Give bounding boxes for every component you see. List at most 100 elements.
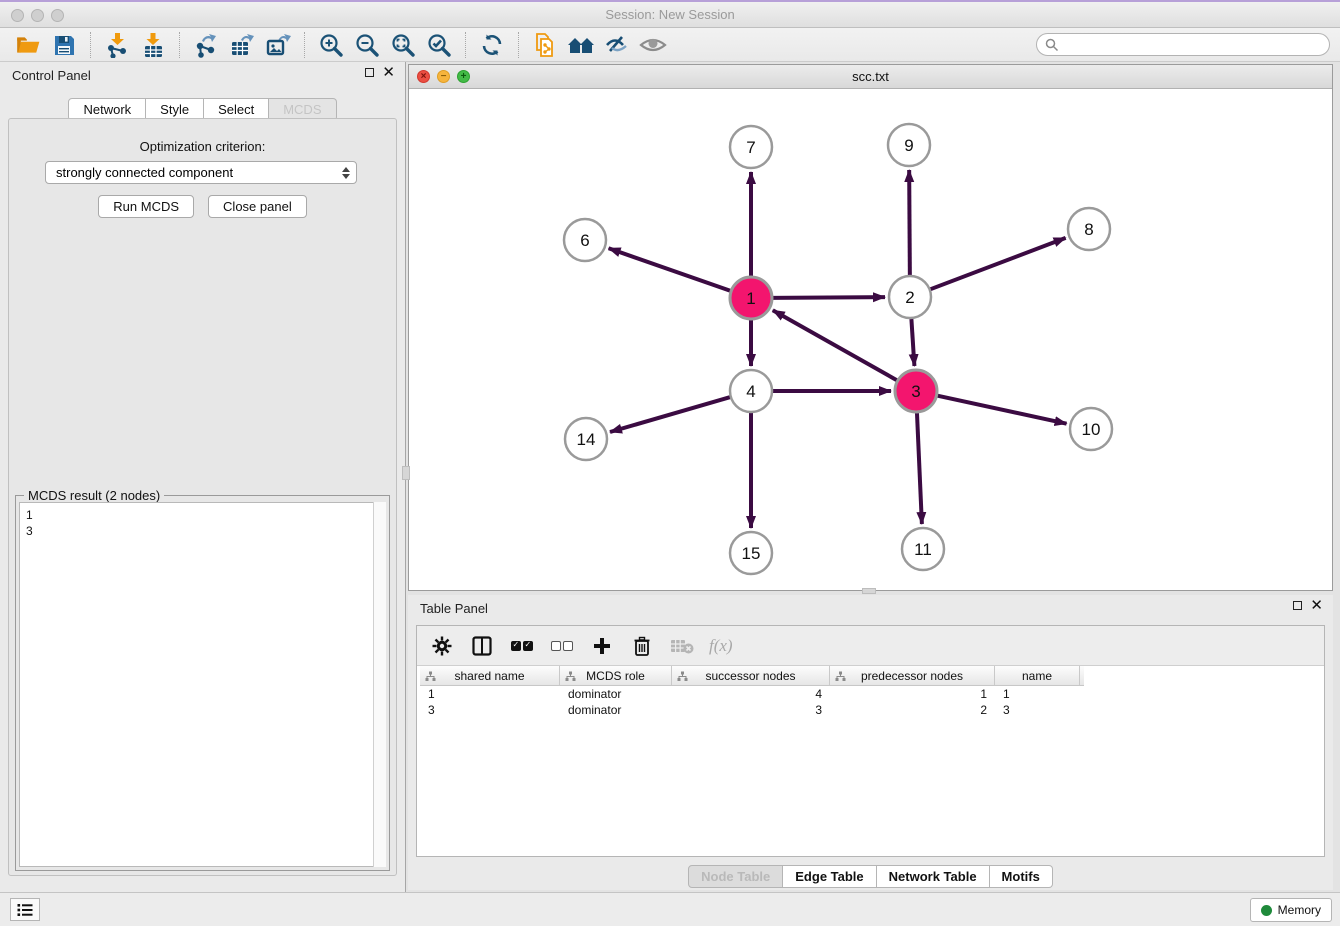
table-cell[interactable]: 2 — [830, 702, 995, 718]
trash-icon — [633, 636, 651, 656]
export-table-icon — [229, 32, 255, 58]
zoom-out-button[interactable] — [352, 31, 382, 59]
column-header-predecessor-nodes[interactable]: predecessor nodes — [830, 666, 995, 685]
node-table-container: f(x) shared nameMCDS rolesuccessor nodes… — [416, 625, 1325, 857]
table-cell[interactable]: 1 — [995, 686, 1080, 702]
import-table-button[interactable] — [138, 31, 168, 59]
table-settings-button[interactable] — [429, 633, 455, 659]
home-button[interactable] — [566, 31, 596, 59]
edge-3-11[interactable] — [917, 413, 922, 524]
table-cell[interactable]: 3 — [420, 702, 560, 718]
tab-node-table[interactable]: Node Table — [688, 865, 783, 888]
edge-2-8[interactable] — [931, 238, 1066, 289]
import-network-button[interactable] — [102, 31, 132, 59]
hide-graphics-details-button[interactable] — [602, 31, 632, 59]
edge-3-10[interactable] — [937, 396, 1066, 424]
import-network-icon — [104, 32, 130, 58]
delete-table-icon — [670, 638, 694, 654]
edge-1-6[interactable] — [609, 248, 731, 290]
edge-1-2[interactable] — [773, 297, 885, 298]
run-mcds-button[interactable]: Run MCDS — [98, 195, 194, 218]
zoom-fit-button[interactable] — [388, 31, 418, 59]
close-panel-icon[interactable]: ✕ — [1310, 600, 1323, 611]
export-table-button[interactable] — [227, 31, 257, 59]
table-panel-title: Table Panel — [420, 601, 488, 616]
close-panel-button[interactable]: Close panel — [208, 195, 307, 218]
column-type-icon — [835, 671, 846, 682]
column-type-icon — [425, 671, 436, 682]
table-cell[interactable]: dominator — [560, 702, 672, 718]
function-builder-button[interactable]: f(x) — [709, 633, 733, 659]
close-panel-icon[interactable]: ✕ — [382, 67, 395, 78]
zoom-in-button[interactable] — [316, 31, 346, 59]
table-cell[interactable]: dominator — [560, 686, 672, 702]
add-row-button[interactable] — [589, 633, 615, 659]
save-session-button[interactable] — [49, 31, 79, 59]
search-input[interactable] — [1036, 33, 1330, 56]
select-stepper-icon — [339, 165, 352, 181]
table-cell[interactable]: 4 — [672, 686, 830, 702]
float-panel-icon[interactable] — [365, 68, 374, 77]
column-layout-button[interactable] — [469, 633, 495, 659]
optimization-criterion-value: strongly connected component — [56, 165, 233, 180]
table-row[interactable]: 1dominator411 — [420, 686, 1324, 702]
horizontal-splitter-handle[interactable] — [862, 588, 876, 594]
control-panel: Control Panel ✕ Network Style Select MCD… — [0, 62, 406, 892]
deselect-all-button[interactable] — [549, 633, 575, 659]
tab-edge-table[interactable]: Edge Table — [783, 865, 876, 888]
tab-motifs[interactable]: Motifs — [990, 865, 1053, 888]
network-canvas[interactable]: 7968124314101511 — [409, 89, 1332, 590]
float-panel-icon[interactable] — [1293, 601, 1302, 610]
vertical-splitter-handle[interactable] — [402, 466, 410, 480]
show-graphics-details-button[interactable] — [638, 31, 668, 59]
zoom-in-icon — [318, 32, 344, 58]
table-cell[interactable]: 1 — [420, 686, 560, 702]
select-all-button[interactable] — [509, 633, 535, 659]
refresh-button[interactable] — [477, 31, 507, 59]
edge-2-3[interactable] — [911, 319, 914, 366]
mcds-result-text[interactable]: 1 3 — [19, 502, 386, 867]
zoom-selected-icon — [426, 32, 452, 58]
graph-node-label-10: 10 — [1082, 420, 1101, 439]
zoom-fit-icon — [390, 32, 416, 58]
table-row[interactable]: 3dominator323 — [420, 702, 1324, 718]
edge-4-14[interactable] — [610, 397, 730, 432]
task-history-button[interactable] — [10, 898, 40, 921]
column-header-name[interactable]: name — [995, 666, 1080, 685]
tab-network-table[interactable]: Network Table — [877, 865, 990, 888]
edge-2-9[interactable] — [909, 170, 910, 275]
export-image-button[interactable] — [263, 31, 293, 59]
toolbar-separator — [90, 32, 91, 58]
graph-node-label-15: 15 — [742, 544, 761, 563]
save-disk-icon — [52, 33, 76, 57]
checked-box-icon — [523, 641, 533, 651]
table-header-row: shared nameMCDS rolesuccessor nodesprede… — [420, 666, 1084, 686]
memory-button[interactable]: Memory — [1250, 898, 1332, 922]
table-cell[interactable]: 3 — [995, 702, 1080, 718]
table-cell[interactable]: 1 — [830, 686, 995, 702]
eye-icon — [639, 33, 667, 57]
node-table[interactable]: shared nameMCDS rolesuccessor nodesprede… — [417, 666, 1324, 856]
edge-3-1[interactable] — [773, 310, 897, 380]
open-session-button[interactable] — [13, 31, 43, 59]
export-network-icon — [193, 32, 219, 58]
delete-row-button[interactable] — [629, 633, 655, 659]
export-network-button[interactable] — [191, 31, 221, 59]
result-scrollbar[interactable] — [373, 502, 386, 867]
graph-node-label-4: 4 — [746, 382, 755, 401]
table-cell[interactable]: 3 — [672, 702, 830, 718]
optimization-criterion-select[interactable]: strongly connected component — [45, 161, 357, 184]
graph-node-label-2: 2 — [905, 288, 914, 307]
column-header-successor-nodes[interactable]: successor nodes — [672, 666, 830, 685]
delete-table-button[interactable] — [669, 633, 695, 659]
duplicate-network-icon — [532, 32, 558, 58]
network-view-window: × − + scc.txt 7968124314101511 — [408, 64, 1333, 591]
network-window-titlebar[interactable]: × − + scc.txt — [409, 65, 1332, 89]
column-header-MCDS-role[interactable]: MCDS role — [560, 666, 672, 685]
column-header-shared-name[interactable]: shared name — [420, 666, 560, 685]
columns-icon — [472, 636, 492, 656]
duplicate-network-button[interactable] — [530, 31, 560, 59]
toolbar-separator — [518, 32, 519, 58]
zoom-selected-button[interactable] — [424, 31, 454, 59]
graph-svg: 7968124314101511 — [409, 89, 1332, 590]
